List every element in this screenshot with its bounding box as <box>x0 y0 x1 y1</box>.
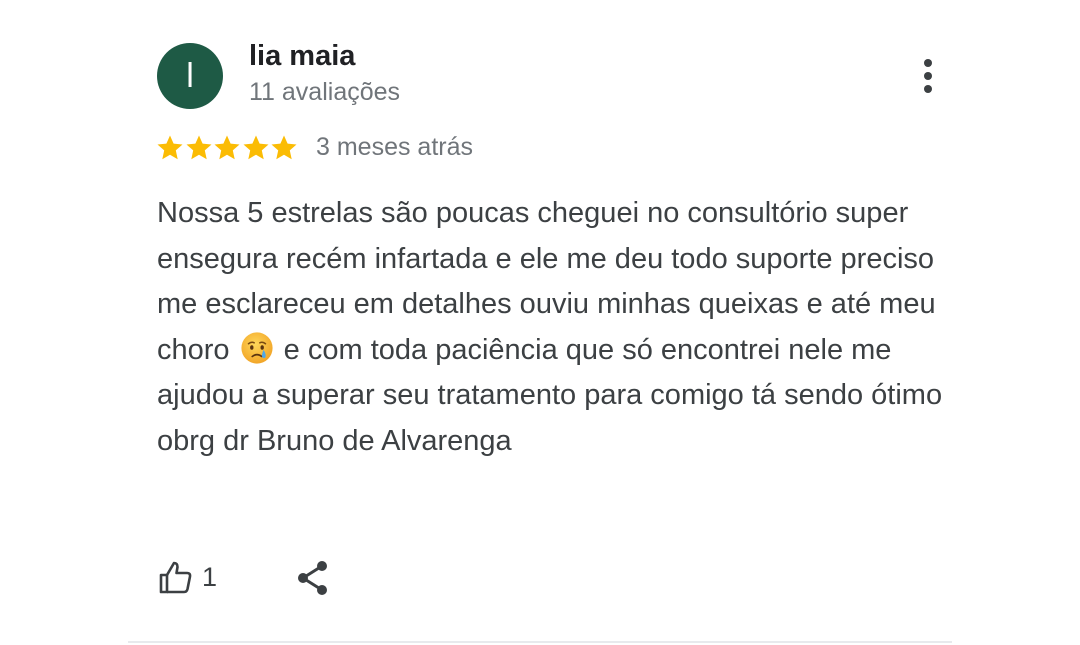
star-icon <box>243 135 268 160</box>
review-text: Nossa 5 estrelas são poucas cheguei no c… <box>157 191 947 464</box>
review-date: 3 meses atrás <box>316 133 474 161</box>
thumb-up-icon <box>159 561 192 594</box>
review-text-part-2: e com toda paciência que só encontrei ne… <box>157 333 943 457</box>
share-button[interactable] <box>293 558 333 598</box>
divider <box>128 641 952 643</box>
more-vert-icon <box>924 59 932 93</box>
star-icon <box>214 135 240 160</box>
avatar[interactable]: l <box>157 43 223 109</box>
more-options-button[interactable] <box>910 56 946 96</box>
star-icon <box>157 135 183 160</box>
author-name[interactable]: lia maia <box>249 40 355 73</box>
author-review-count: 11 avaliações <box>249 78 401 106</box>
avatar-initial: l <box>186 57 194 95</box>
star-rating <box>156 131 299 165</box>
star-icon <box>186 135 211 160</box>
like-button[interactable]: 1 <box>156 556 217 598</box>
star-icon <box>271 135 297 160</box>
crying-face-icon <box>241 331 273 364</box>
like-count: 1 <box>202 561 218 592</box>
share-icon <box>298 561 327 595</box>
